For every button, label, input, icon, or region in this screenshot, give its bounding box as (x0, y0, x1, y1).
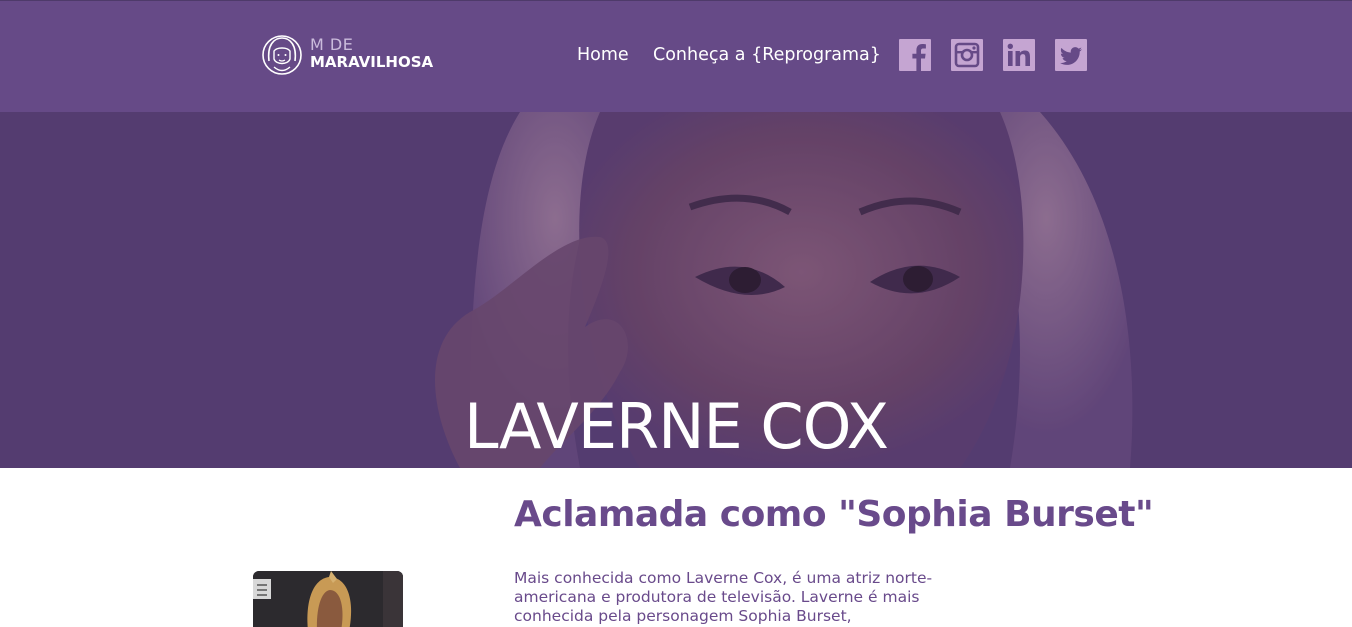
hero-banner: LAVERNE COX (0, 112, 1352, 468)
logo-text-top: M DE (310, 35, 354, 54)
logo[interactable]: M DE MARAVILHOSA (260, 31, 460, 81)
logo-text-bottom: MARAVILHOSA (310, 53, 434, 71)
site-header: M DE MARAVILHOSA Home Conheça a {Reprogr… (0, 0, 1352, 112)
nav-reprograma-link[interactable]: Conheça a {Reprograma} (653, 45, 881, 65)
logo-face-icon (262, 35, 302, 75)
facebook-icon[interactable] (899, 39, 931, 71)
nav-home-link[interactable]: Home (577, 45, 629, 65)
laverne-cox-photo (253, 571, 403, 627)
instagram-icon[interactable] (951, 39, 983, 71)
twitter-icon[interactable] (1055, 39, 1087, 71)
linkedin-icon[interactable] (1003, 39, 1035, 71)
hero-title: LAVERNE COX (464, 390, 889, 463)
section-paragraph: Mais conhecida como Laverne Cox, é uma a… (514, 569, 933, 625)
section-title: Aclamada como "Sophia Burset" (514, 494, 1154, 535)
